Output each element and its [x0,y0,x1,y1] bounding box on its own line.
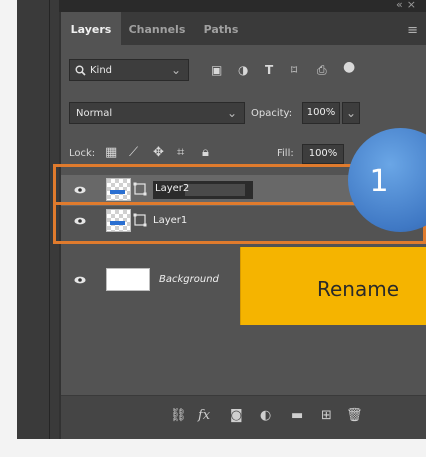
lock-all-icon[interactable]: 🔒︎ [202,145,209,160]
banner-text: Rename [317,277,400,301]
blend-mode-dropdown[interactable]: Normal ⌄ [69,102,245,124]
layer-name: Background [159,274,219,285]
visibility-eye-icon[interactable] [74,276,86,284]
tab-paths[interactable]: Paths [193,12,249,45]
collapse-icon[interactable]: « [396,0,407,11]
blend-row: Normal ⌄ Opacity: 100% ⌄ [61,100,426,126]
tab-channels[interactable]: Channels [121,12,193,45]
filter-toggle-icon[interactable]: ● [343,59,355,75]
fx-icon[interactable]: fx [198,408,210,423]
opacity-label: Opacity: [251,108,293,119]
lock-transparent-icon[interactable]: ▦ [105,145,117,160]
lock-pixels-icon[interactable]: ⟋ [129,145,138,160]
shape-filter-icon[interactable]: ⌑ [291,63,297,77]
panel-bottom-toolbar: ⛓ fx ◙ ◐ ▬ ⊞ 🗑︎ [61,395,426,439]
kind-filter-dropdown[interactable]: Kind ⌄ [69,59,189,81]
group-folder-icon[interactable]: ▬ [291,408,303,423]
fill-input[interactable]: 100% [302,144,344,164]
step-number: 1 [369,164,389,199]
rename-callout-banner: Rename [240,247,426,325]
trash-icon[interactable]: 🗑︎ [346,408,363,423]
panel-topbar: «× [59,0,426,12]
step-badge: 1 [348,128,426,232]
adjustment-layer-icon[interactable]: ◐ [260,408,271,423]
layer-thumbnail [106,268,150,291]
lock-artboard-icon[interactable]: ⌗ [177,145,184,160]
close-icon[interactable]: × [407,0,420,11]
opacity-input[interactable]: 100% [302,102,340,124]
type-filter-icon[interactable]: T [265,63,273,77]
opacity-dropdown-button[interactable]: ⌄ [342,102,360,124]
pixel-filter-icon[interactable]: ▣ [211,63,222,77]
blend-mode-value: Normal [76,108,113,119]
adjustment-filter-icon[interactable]: ◑ [238,63,248,77]
chevron-down-icon: ⌄ [226,106,237,120]
chevron-down-icon: ⌄ [170,63,181,77]
dock-divider [49,0,50,439]
mask-icon[interactable]: ◙ [230,408,243,423]
kind-label: Kind [90,65,113,76]
lock-label: Lock: [69,148,96,159]
search-icon [75,65,86,76]
lock-position-icon[interactable]: ✥ [153,145,164,160]
panel-menu-icon[interactable]: ≡ [407,23,418,38]
new-layer-icon[interactable]: ⊞ [321,408,332,423]
link-layers-icon[interactable]: ⛓ [170,408,187,423]
panel-tabs: Layers Channels Paths ≡ [61,12,426,45]
fill-label: Fill: [277,148,294,159]
filter-row: Kind ⌄ ▣ ◑ T ⌑ ⎙ ● [61,45,426,90]
smart-object-filter-icon[interactable]: ⎙ [317,63,327,78]
tab-layers[interactable]: Layers [61,12,121,45]
